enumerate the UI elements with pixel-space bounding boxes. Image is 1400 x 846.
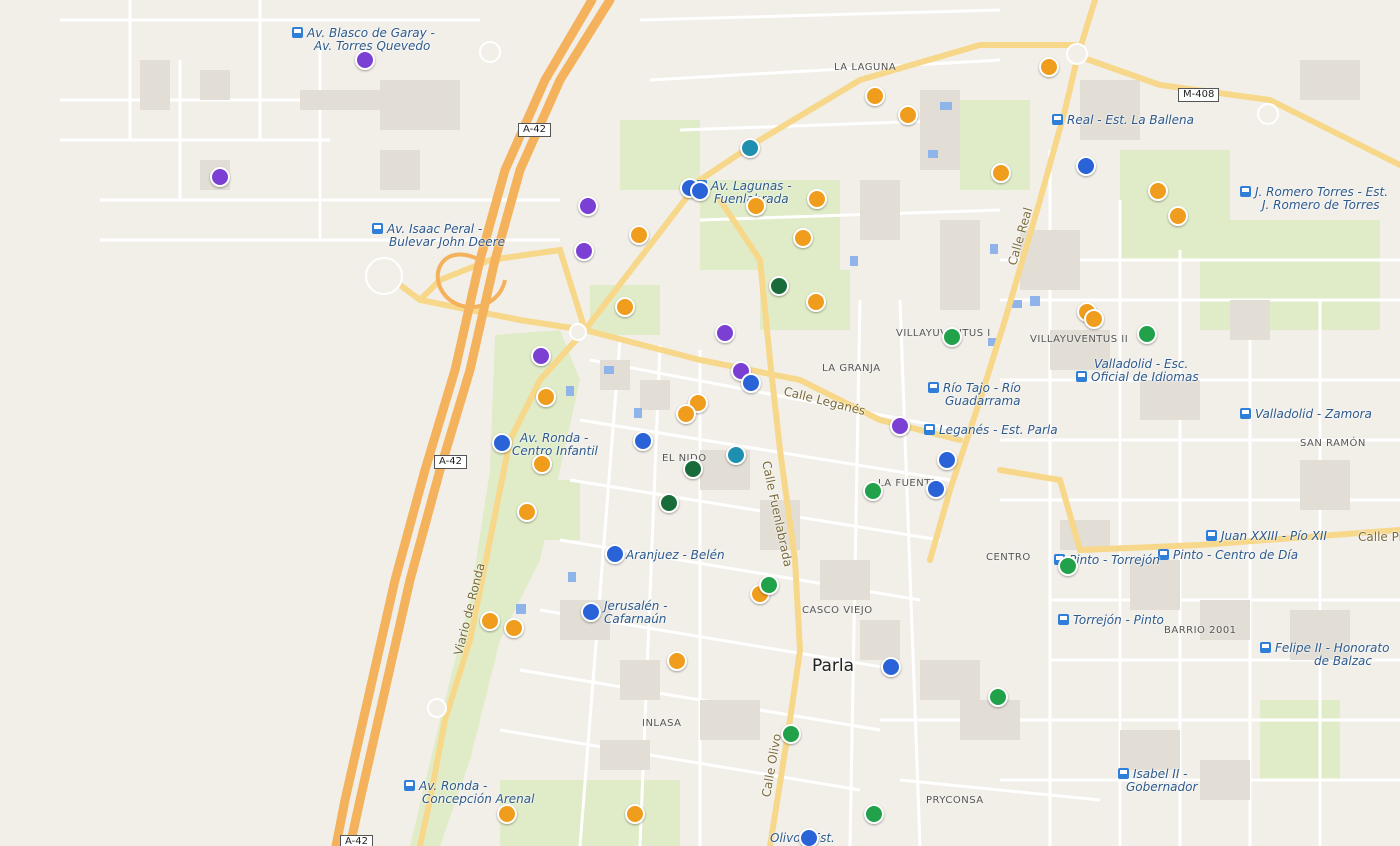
map-marker-blue[interactable] [881, 657, 901, 677]
map-marker-teal[interactable] [726, 445, 746, 465]
map-marker-green[interactable] [781, 724, 801, 744]
map-marker-green[interactable] [942, 327, 962, 347]
map-marker-purple[interactable] [715, 323, 735, 343]
bus-stop-icon [1260, 642, 1271, 653]
bus-stop-label[interactable]: Jerusalén - Cafarnaún [604, 600, 668, 626]
map-canvas[interactable]: A-42 A-42 A-42 M-408 Calle Leganés Calle… [0, 0, 1400, 846]
map-marker-orange[interactable] [676, 404, 696, 424]
map-marker-darkgreen[interactable] [683, 459, 703, 479]
map-marker-purple[interactable] [531, 346, 551, 366]
road-shield: A-42 [340, 835, 373, 846]
map-marker-orange[interactable] [504, 618, 524, 638]
area-label: PRYCONSA [926, 795, 984, 806]
map-marker-darkgreen[interactable] [769, 276, 789, 296]
bus-stop-icon [1052, 114, 1063, 125]
bus-stop-label[interactable]: J. Romero Torres - Est. J. Romero de Torr… [1240, 186, 1388, 212]
map-marker-green[interactable] [1058, 556, 1078, 576]
bus-stop-label[interactable]: Leganés - Est. Parla [924, 424, 1058, 437]
bus-stop-label[interactable]: Av. Lagunas -Fuenlabrada [696, 180, 792, 206]
bus-stop-icon [404, 780, 415, 791]
bus-stop-label[interactable]: Av. Ronda - Centro Infantil [512, 432, 598, 458]
map-marker-purple[interactable] [210, 167, 230, 187]
map-marker-purple[interactable] [890, 416, 910, 436]
map-marker-green[interactable] [988, 687, 1008, 707]
map-marker-orange[interactable] [1168, 206, 1188, 226]
map-marker-orange[interactable] [1039, 57, 1059, 77]
map-marker-orange[interactable] [991, 163, 1011, 183]
area-label: BARRIO 2001 [1164, 625, 1237, 636]
area-label: LA LAGUNA [834, 62, 897, 73]
bus-stop-label[interactable]: Av. Isaac Peral - Bulevar John Deere [372, 223, 505, 249]
area-label: CENTRO [986, 552, 1031, 563]
bus-stop-label[interactable]: Pinto - Centro de Día [1158, 549, 1298, 562]
map-marker-orange[interactable] [667, 651, 687, 671]
bus-stop-icon [1240, 408, 1251, 419]
bus-stop-icon [1076, 371, 1087, 382]
area-label: VILLAYUVENTUS II [1030, 334, 1129, 345]
map-marker-orange[interactable] [1148, 181, 1168, 201]
street-label: Calle Pi [1358, 530, 1400, 544]
map-marker-green[interactable] [864, 804, 884, 824]
map-marker-blue[interactable] [492, 433, 512, 453]
map-marker-blue[interactable] [799, 828, 819, 846]
map-marker-green[interactable] [863, 481, 883, 501]
map-marker-orange[interactable] [480, 611, 500, 631]
map-marker-orange[interactable] [793, 228, 813, 248]
road-shield: M-408 [1178, 88, 1220, 102]
map-marker-orange[interactable] [629, 225, 649, 245]
map-marker-purple[interactable] [578, 196, 598, 216]
bus-stop-label[interactable]: Isabel II - Gobernador [1118, 768, 1197, 794]
road-shield: A-42 [434, 455, 467, 469]
map-marker-orange[interactable] [865, 86, 885, 106]
bus-stop-icon [1058, 614, 1069, 625]
map-marker-orange[interactable] [532, 454, 552, 474]
map-marker-purple[interactable] [574, 241, 594, 261]
area-label: CASCO VIEJO [802, 605, 873, 616]
map-marker-blue[interactable] [605, 544, 625, 564]
map-marker-orange[interactable] [497, 804, 517, 824]
map-marker-orange[interactable] [625, 804, 645, 824]
map-marker-blue[interactable] [633, 431, 653, 451]
map-marker-orange[interactable] [1084, 309, 1104, 329]
map-marker-blue[interactable] [741, 373, 761, 393]
map-marker-orange[interactable] [806, 292, 826, 312]
bus-stop-icon [1118, 768, 1129, 779]
map-marker-purple[interactable] [355, 50, 375, 70]
bus-stop-label[interactable]: Felipe II - Honorato de Balzac [1260, 642, 1389, 668]
map-marker-green[interactable] [759, 575, 779, 595]
bus-stop-icon [1240, 186, 1251, 197]
area-label: LA GRANJA [822, 363, 881, 374]
bus-stop-icon [1206, 530, 1217, 541]
bus-stop-label[interactable]: Torrejón - Pinto [1058, 614, 1164, 627]
map-marker-blue[interactable] [690, 181, 710, 201]
map-marker-green[interactable] [1137, 324, 1157, 344]
bus-stop-icon [292, 27, 303, 38]
bus-stop-label[interactable]: Valladolid - Zamora [1240, 408, 1372, 421]
road-shield: A-42 [518, 123, 551, 137]
map-marker-blue[interactable] [1076, 156, 1096, 176]
bus-stop-label[interactable]: Real - Est. La Ballena [1052, 114, 1194, 127]
bus-stop-label[interactable]: Av. Ronda - Concepción Arenal [404, 780, 534, 806]
city-label: Parla [812, 656, 855, 676]
map-marker-blue[interactable] [926, 479, 946, 499]
map-marker-orange[interactable] [536, 387, 556, 407]
map-marker-orange[interactable] [746, 196, 766, 216]
map-marker-blue[interactable] [581, 602, 601, 622]
bus-stop-label[interactable]: Aranjuez - Belén [626, 549, 725, 562]
bus-stop-icon [372, 223, 383, 234]
map-marker-blue[interactable] [937, 450, 957, 470]
area-label: SAN RAMÓN [1300, 438, 1366, 449]
map-marker-darkgreen[interactable] [659, 493, 679, 513]
bus-stop-icon [928, 382, 939, 393]
bus-stop-label[interactable]: Río Tajo - Río Guadarrama [928, 382, 1021, 408]
map-marker-orange[interactable] [615, 297, 635, 317]
map-marker-orange[interactable] [807, 189, 827, 209]
map-marker-orange[interactable] [517, 502, 537, 522]
map-marker-orange[interactable] [898, 105, 918, 125]
map-marker-teal[interactable] [740, 138, 760, 158]
bus-stop-label[interactable]: Juan XXIII - Pío XII [1206, 530, 1327, 543]
bus-stop-icon [924, 424, 935, 435]
bus-stop-label[interactable]: Valladolid - Esc. Oficial de Idiomas [1076, 358, 1199, 384]
area-label: INLASA [642, 718, 682, 729]
